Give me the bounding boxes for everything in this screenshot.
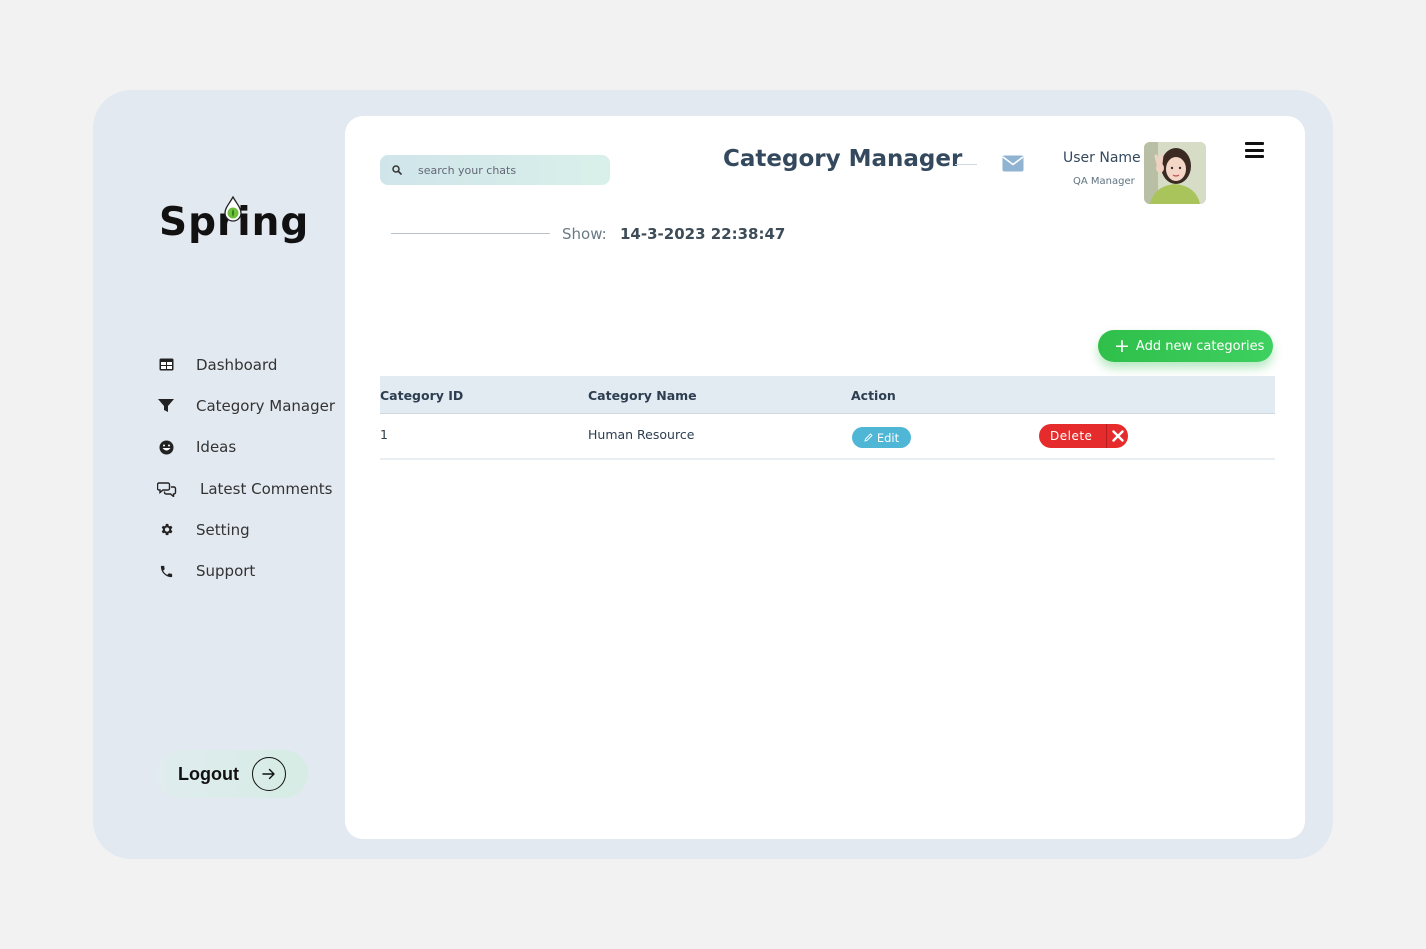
pencil-icon [864,433,873,442]
sidebar-item-category-manager[interactable]: Category Manager [157,385,337,426]
comments-icon [157,480,177,498]
close-icon [1106,424,1128,448]
phone-icon [157,562,175,580]
sidebar-item-ideas[interactable]: Ideas [157,427,337,468]
sidebar-item-support[interactable]: Support [157,550,337,591]
add-category-label: Add new categories [1135,338,1265,354]
table-header: Category ID Category Name Action [380,376,1275,414]
column-header-category-name: Category Name [588,388,697,403]
sidebar-item-latest-comments[interactable]: Latest Comments [157,468,337,509]
sidebar-item-label: Latest Comments [200,479,333,498]
title-divider [955,164,977,165]
table-row: 1 Human Resource Edit Delete [380,415,1275,460]
sidebar-item-label: Category Manager [196,396,336,415]
sidebar-item-label: Setting [196,520,250,539]
cell-category-id: 1 [380,427,388,442]
mail-icon[interactable] [1002,155,1024,172]
page-title: Category Manager [723,146,963,172]
column-header-category-id: Category ID [380,388,464,403]
sidebar-item-label: Support [196,562,256,581]
gear-icon [157,521,175,539]
sidebar-item-setting[interactable]: Setting [157,509,337,550]
filter-icon [157,397,175,415]
column-header-action: Action [851,388,896,403]
search-bar[interactable] [380,155,610,185]
show-datetime: 14-3-2023 22:38:47 [620,225,786,243]
show-divider [391,233,550,234]
menu-icon[interactable] [1245,142,1264,162]
logout-button[interactable]: Logout [156,750,308,798]
delete-label: Delete [1050,429,1093,443]
logout-label: Logout [178,763,239,784]
plus-icon: + [1114,334,1130,357]
search-icon [392,165,402,175]
logo-drop-icon [224,196,242,222]
avatar[interactable] [1144,142,1206,204]
show-label: Show: [562,225,607,243]
edit-button[interactable]: Edit [852,427,911,448]
sidebar-item-dashboard[interactable]: Dashboard [157,344,337,385]
sidebar-item-label: Ideas [196,438,237,457]
arrow-right-icon [251,757,286,791]
sidebar-nav: Dashboard Category Manager Ideas Latest … [157,344,337,592]
edit-label: Edit [876,430,900,445]
search-input[interactable] [418,163,598,177]
main-panel [345,116,1305,839]
dashboard-icon [157,356,175,374]
sidebar-item-label: Dashboard [196,355,278,374]
add-category-button[interactable]: + Add new categories [1098,330,1273,362]
delete-button[interactable]: Delete [1039,424,1128,448]
cell-category-name: Human Resource [588,427,695,442]
user-role: QA Manager [1073,176,1135,187]
smile-icon [157,438,175,456]
user-name: User Name [1063,150,1141,166]
